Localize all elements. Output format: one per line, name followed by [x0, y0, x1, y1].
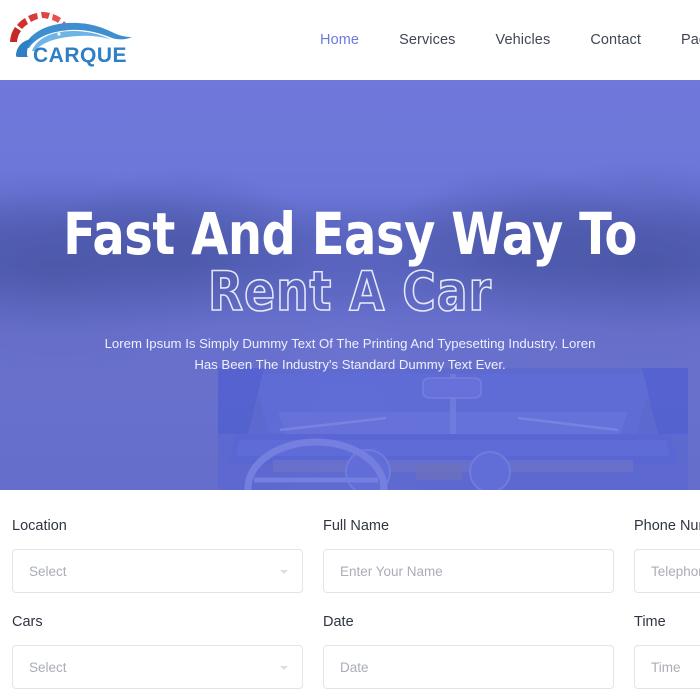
- field-location-label: Location: [12, 518, 67, 534]
- chevron-down-icon: [280, 569, 288, 574]
- location-select-value: Select: [29, 563, 67, 579]
- full-name-input[interactable]: Enter Your Name: [323, 549, 614, 593]
- nav-item-contact[interactable]: Contact: [570, 32, 661, 48]
- field-date: Date Date: [311, 614, 614, 689]
- hero-title-line1: Fast And Easy Way To: [63, 200, 637, 268]
- booking-form-row-2: Cars Select Date Date Time Time: [0, 614, 700, 689]
- field-time-label: Time: [634, 614, 666, 630]
- field-cars: Cars Select: [0, 614, 303, 689]
- main-navigation: Home Services Vehicles Contact Page: [300, 0, 700, 80]
- field-phone-number: Phone Numb Telephone: [622, 518, 700, 593]
- field-date-label: Date: [323, 614, 354, 630]
- field-location: Location Select: [0, 518, 303, 593]
- field-time: Time Time: [622, 614, 700, 689]
- site-header: CARQUE Home Services Vehicles Contact Pa…: [0, 0, 700, 80]
- nav-item-home[interactable]: Home: [300, 32, 379, 48]
- field-full-name: Full Name Enter Your Name: [311, 518, 614, 593]
- time-input[interactable]: Time: [634, 645, 700, 689]
- chevron-down-icon: [280, 665, 288, 670]
- date-input[interactable]: Date: [323, 645, 614, 689]
- time-placeholder: Time: [651, 659, 681, 675]
- nav-item-services[interactable]: Services: [379, 32, 475, 48]
- field-cars-label: Cars: [12, 614, 43, 630]
- hero-banner: Fast And Easy Way To Rent A Car Lorem Ip…: [0, 80, 700, 490]
- logo[interactable]: CARQUE: [2, 6, 137, 68]
- hero-subtitle-line2: Has Been The Industry's Standard Dummy T…: [194, 357, 506, 373]
- field-phone-number-label: Phone Numb: [634, 518, 700, 534]
- full-name-placeholder: Enter Your Name: [340, 563, 443, 579]
- nav-item-vehicles[interactable]: Vehicles: [476, 32, 571, 48]
- logo-text: CARQUE: [33, 44, 127, 67]
- hero-title-line2: Rent A Car: [207, 260, 492, 323]
- hero-subtitle-line1: Lorem Ipsum Is Simply Dummy Text Of The …: [104, 336, 596, 351]
- phone-number-input[interactable]: Telephone: [634, 549, 700, 593]
- booking-form-row-1: Location Select Full Name Enter Your Nam…: [0, 518, 700, 593]
- date-placeholder: Date: [340, 659, 369, 675]
- field-full-name-label: Full Name: [323, 518, 390, 534]
- booking-form: Location Select Full Name Enter Your Nam…: [0, 490, 700, 700]
- cars-select[interactable]: Select: [12, 645, 303, 689]
- hero-subtitle: Lorem Ipsum Is Simply Dummy Text Of The …: [0, 333, 700, 376]
- phone-number-placeholder: Telephone: [651, 563, 700, 579]
- cars-select-value: Select: [29, 659, 67, 675]
- nav-item-page[interactable]: Page: [661, 32, 700, 48]
- location-select[interactable]: Select: [12, 549, 303, 593]
